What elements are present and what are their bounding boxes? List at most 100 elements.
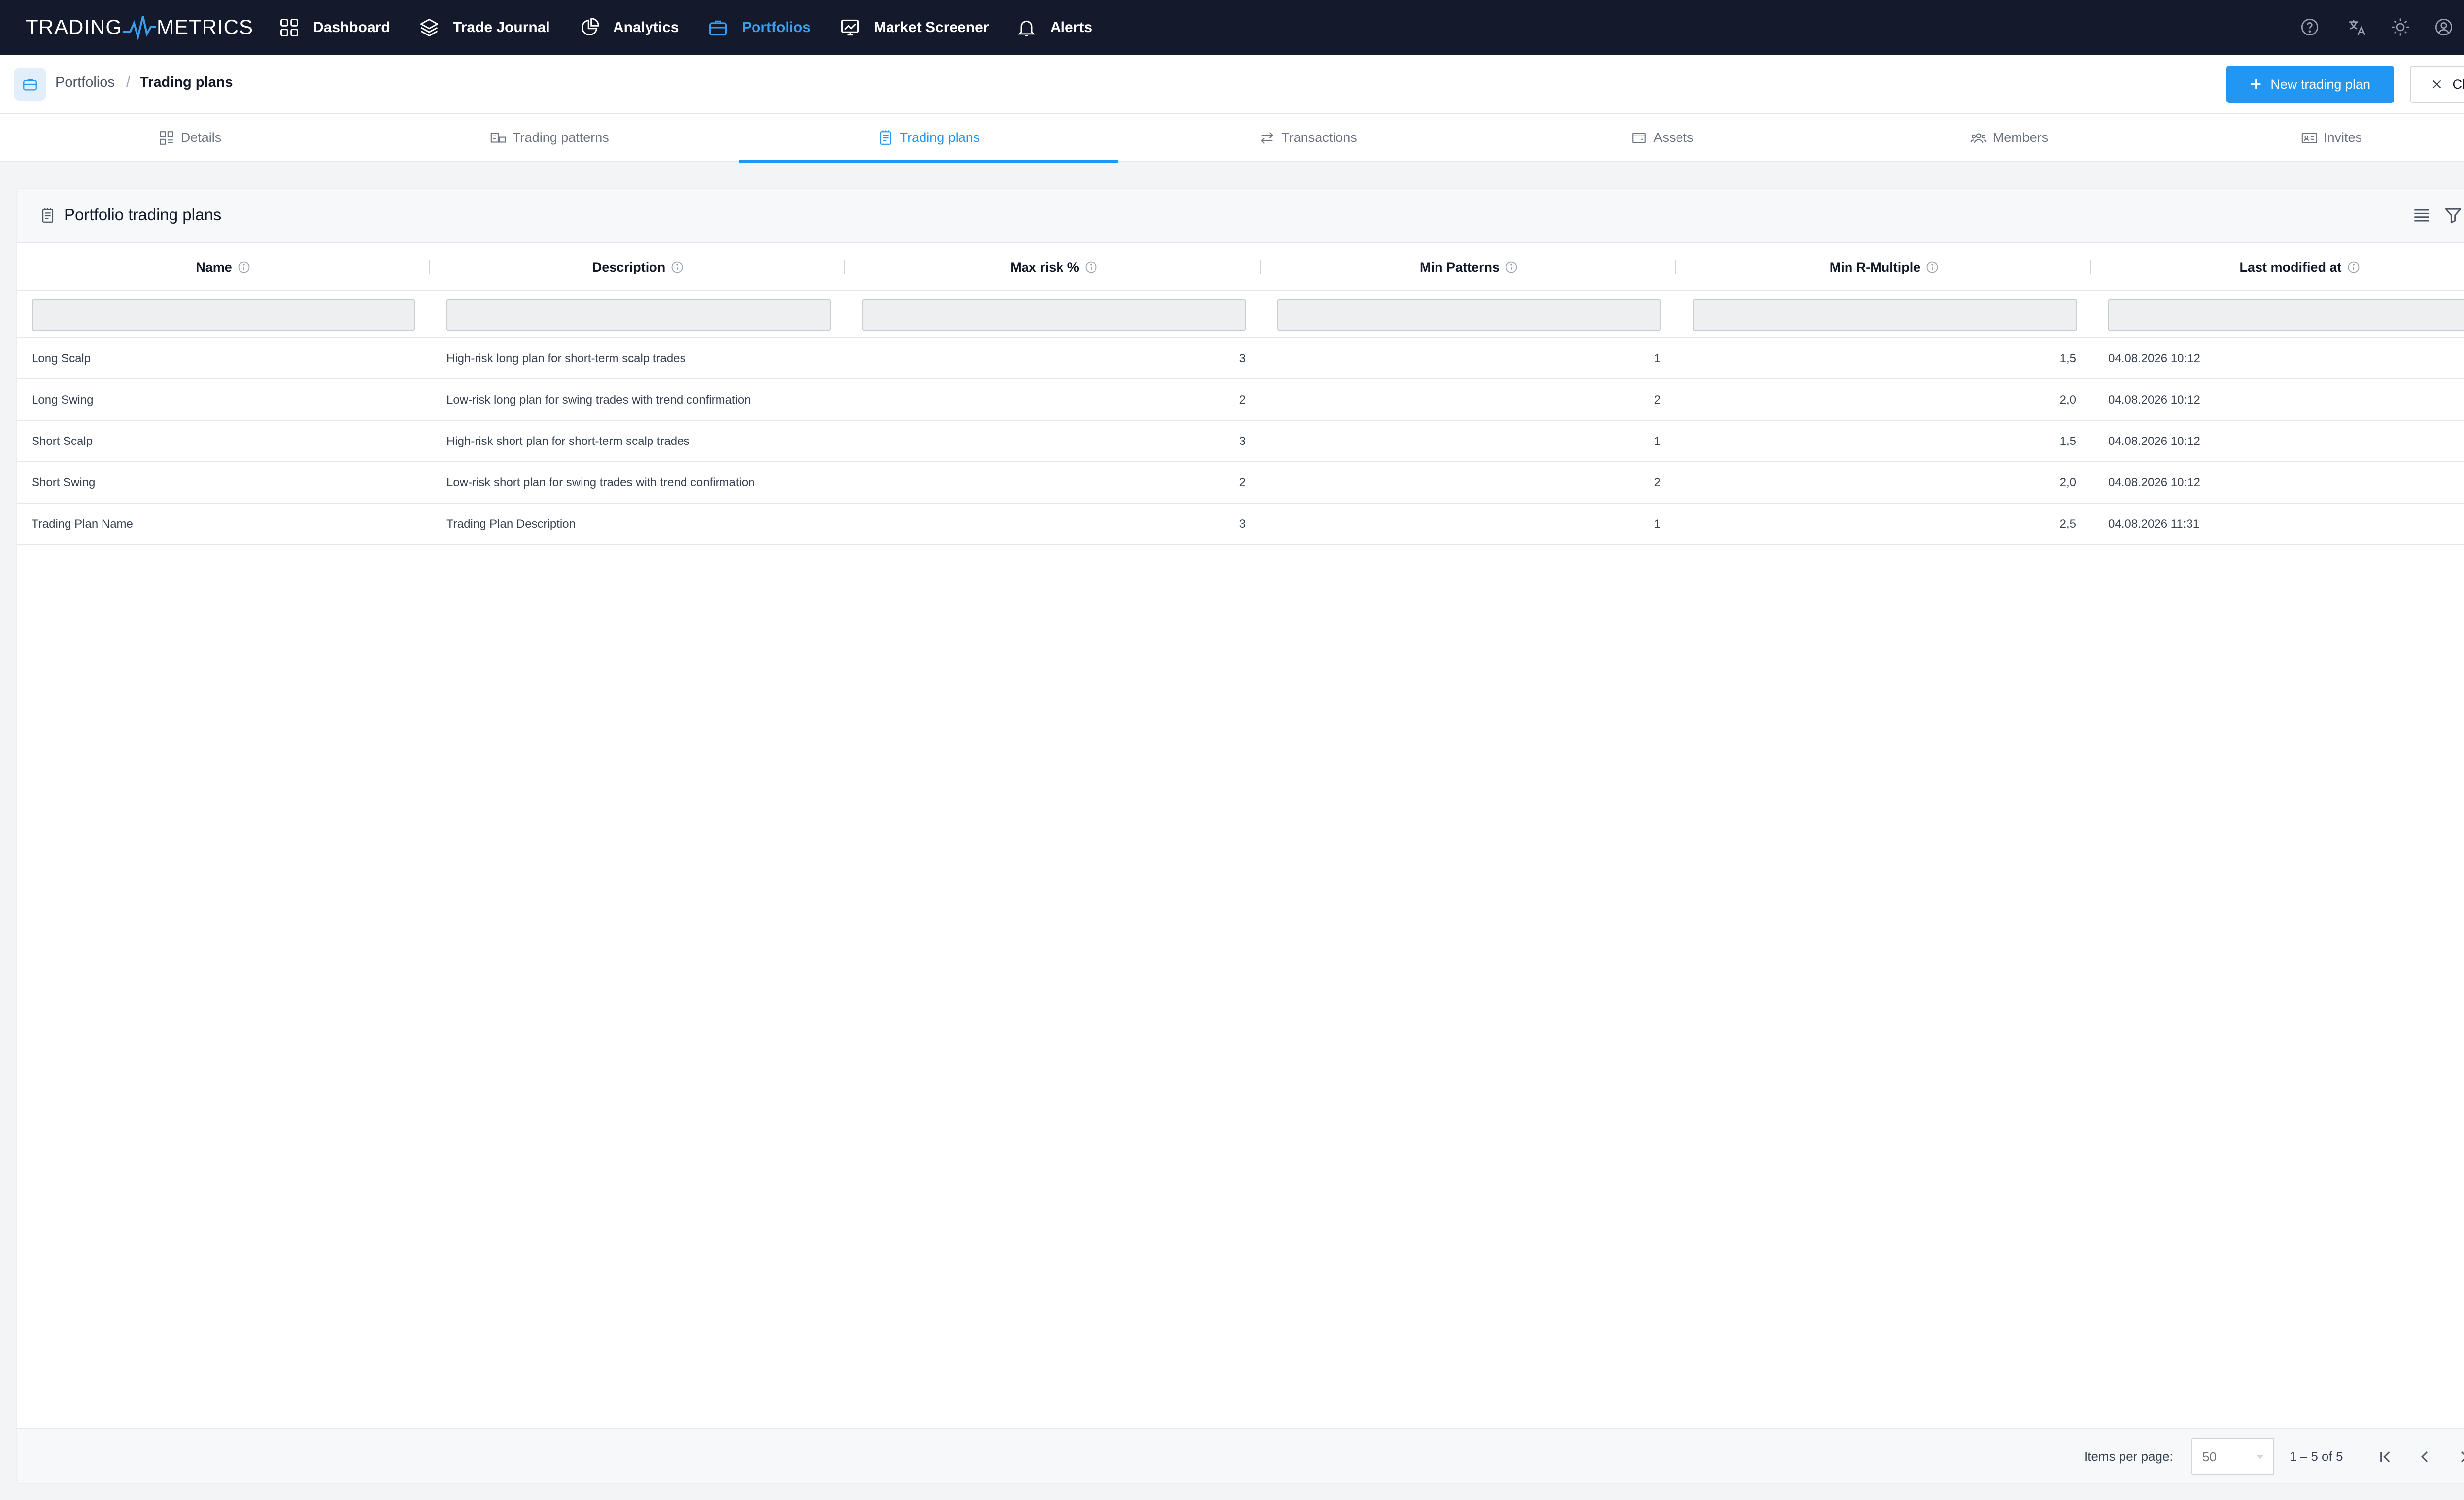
tab-label: Invites: [2323, 130, 2362, 145]
filter-row: [17, 291, 2464, 338]
column-header-max-risk[interactable]: Max risk %: [862, 243, 1246, 291]
grid-icon: [280, 18, 298, 36]
cell-last-modified: 04.08.2026 10:12: [2108, 393, 2200, 407]
filter-last-modified-input[interactable]: [2108, 299, 2464, 331]
transfer-icon: [1261, 132, 1274, 144]
nav-item-alerts[interactable]: Alerts: [1016, 0, 1092, 55]
patterns-icon: [490, 132, 506, 143]
column-label: Name: [196, 259, 232, 274]
brand-text-right: METRICS: [157, 15, 253, 38]
cell-name: Short Swing: [32, 476, 96, 489]
pagination-range: 1 – 5 of 5: [2290, 1449, 2343, 1464]
breadcrumb-separator: /: [126, 74, 131, 90]
column-divider[interactable]: [429, 260, 430, 274]
column-label: Description: [592, 259, 666, 274]
user-account-icon[interactable]: [2433, 17, 2454, 37]
tab-trading-plans[interactable]: Trading plans: [739, 114, 1118, 163]
tab-details[interactable]: Details: [0, 114, 379, 162]
column-divider[interactable]: [1675, 260, 1676, 274]
filter-description-input[interactable]: [446, 299, 831, 331]
tab-assets[interactable]: Assets: [1472, 114, 1852, 162]
new-trading-plan-button[interactable]: + New trading plan: [2226, 66, 2394, 103]
translate-icon[interactable]: [2347, 17, 2367, 37]
info-icon[interactable]: [1084, 260, 1098, 274]
theme-sun-icon[interactable]: [2390, 17, 2411, 37]
tab-trading-patterns[interactable]: Trading patterns: [360, 114, 739, 162]
columns-icon[interactable]: [2411, 205, 2432, 226]
column-header-description[interactable]: Description: [446, 243, 830, 291]
tab-label: Members: [1992, 130, 2049, 145]
cell-name: Long Swing: [32, 393, 94, 407]
filter-min-patterns-input[interactable]: [1277, 299, 1661, 331]
brand-logo[interactable]: TRADING METRICS: [26, 12, 253, 42]
column-header-min-patterns[interactable]: Min Patterns: [1277, 243, 1661, 291]
info-icon[interactable]: [1505, 260, 1518, 274]
next-page-icon[interactable]: [2454, 1447, 2464, 1466]
tab-invites[interactable]: Invites: [2142, 114, 2464, 162]
column-divider[interactable]: [844, 260, 845, 274]
close-label: Close: [2452, 76, 2464, 92]
cell-description: Trading Plan Description: [446, 517, 576, 531]
nav-item-market-screener[interactable]: Market Screener: [839, 0, 989, 55]
tab-label: Transactions: [1281, 130, 1357, 145]
info-icon[interactable]: [1925, 260, 1939, 274]
tab-label: Details: [180, 130, 222, 145]
nav-label: Alerts: [1050, 19, 1093, 35]
cell-min-patterns: 1: [1654, 517, 1661, 531]
nav-item-dashboard[interactable]: Dashboard: [278, 0, 390, 55]
nav-item-trade-journal[interactable]: Trade Journal: [418, 0, 550, 55]
info-icon[interactable]: [2347, 260, 2361, 274]
table-row[interactable]: Short Swing Low-risk short plan for swin…: [17, 462, 2464, 504]
column-divider[interactable]: [1260, 260, 1261, 274]
column-label: Max risk %: [1010, 259, 1079, 274]
plus-icon: +: [2250, 73, 2262, 95]
bell-icon: [1017, 20, 1036, 36]
info-icon[interactable]: [237, 260, 251, 274]
cell-max-risk: 2: [1239, 476, 1246, 489]
cell-description: High-risk long plan for short-term scalp…: [446, 352, 686, 365]
table-row[interactable]: Long Swing Low-risk long plan for swing …: [17, 379, 2464, 421]
column-divider[interactable]: [2090, 260, 2091, 274]
column-header-last-modified[interactable]: Last modified at: [2108, 243, 2464, 291]
previous-page-icon[interactable]: [2415, 1447, 2434, 1466]
close-button[interactable]: Close: [2410, 66, 2464, 103]
tab-transactions[interactable]: Transactions: [1118, 114, 1498, 162]
first-page-icon[interactable]: [2375, 1447, 2395, 1466]
table-row[interactable]: Trading Plan Name Trading Plan Descripti…: [17, 504, 2464, 545]
briefcase-icon: [23, 78, 37, 91]
card-header: Portfolio trading plans: [17, 189, 2464, 243]
briefcase-icon: [709, 20, 727, 35]
column-label: Last modified at: [2239, 259, 2342, 274]
cell-description: High-risk short plan for short-term scal…: [446, 435, 690, 448]
brand-wave-icon: [123, 16, 156, 41]
table-header: Name Description Max risk % Min Patterns…: [17, 243, 2464, 291]
wallet-icon: [1632, 132, 1646, 143]
page-header: Portfolios / Trading plans + New trading…: [0, 55, 2464, 114]
column-header-name[interactable]: Name: [32, 243, 415, 291]
column-header-min-r-multiple[interactable]: Min R-Multiple: [1693, 243, 2076, 291]
nav-item-portfolios[interactable]: Portfolios: [707, 0, 811, 55]
help-icon[interactable]: [2299, 17, 2320, 37]
table-row[interactable]: Short Scalp High-risk short plan for sho…: [17, 421, 2464, 462]
breadcrumb-portfolios-link[interactable]: Portfolios: [55, 74, 115, 91]
cell-last-modified: 04.08.2026 10:12: [2108, 476, 2200, 489]
trading-plans-card: Portfolio trading plans Name Description…: [16, 188, 2464, 1484]
card-title: Portfolio trading plans: [64, 205, 222, 224]
plans-icon: [880, 130, 891, 145]
cell-name: Trading Plan Name: [32, 517, 133, 531]
chevron-down-icon: [2257, 1455, 2263, 1459]
cell-max-risk: 3: [1239, 517, 1246, 531]
filter-name-input[interactable]: [32, 299, 415, 331]
items-per-page-value: 50: [2202, 1449, 2217, 1464]
nav-label: Dashboard: [313, 19, 390, 35]
brand-text-left: TRADING: [26, 15, 122, 38]
nav-item-analytics[interactable]: Analytics: [579, 0, 679, 55]
top-navigation: TRADING METRICS Dashboard Trade Journal …: [0, 0, 2464, 55]
filter-icon[interactable]: [2442, 205, 2464, 226]
info-icon[interactable]: [670, 260, 684, 274]
breadcrumb-icon: [14, 68, 46, 101]
items-per-page-select[interactable]: 50: [2191, 1438, 2274, 1475]
filter-min-r-multiple-input[interactable]: [1693, 299, 2077, 331]
filter-max-risk-input[interactable]: [862, 299, 1246, 331]
table-row[interactable]: Long Scalp High-risk long plan for short…: [17, 338, 2464, 379]
